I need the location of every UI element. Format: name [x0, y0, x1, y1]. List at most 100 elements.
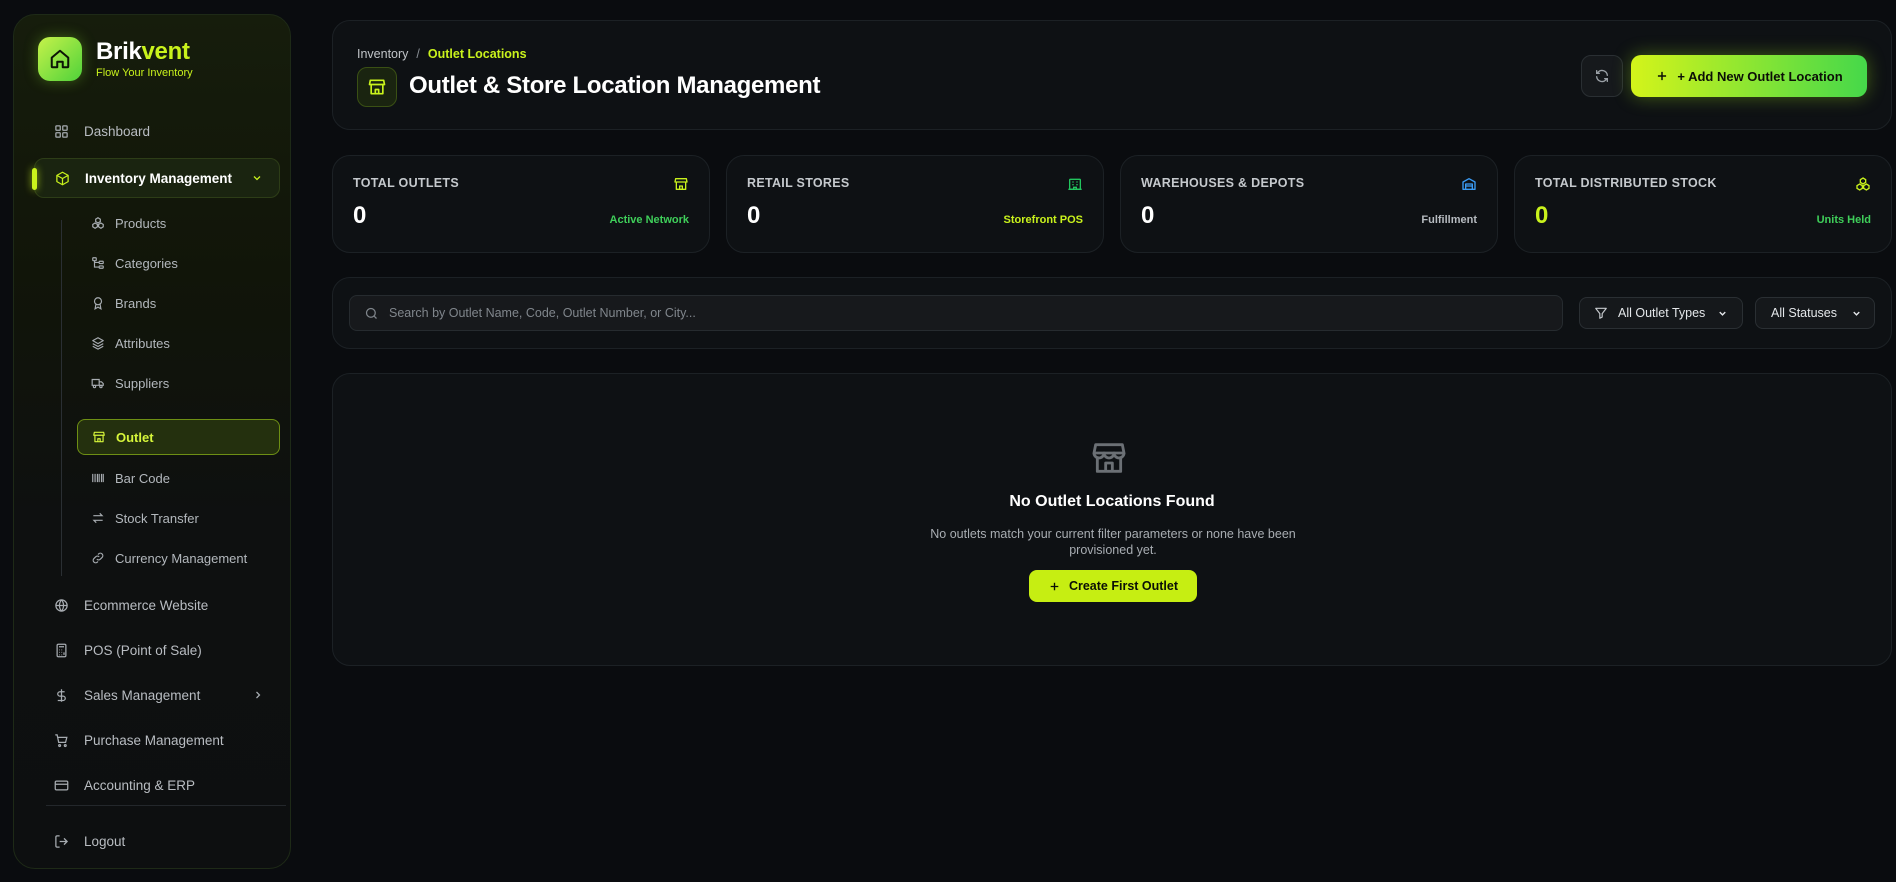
active-indicator	[32, 168, 37, 190]
sidebar-item-accounting[interactable]: Accounting & ERP	[34, 767, 280, 803]
globe-icon	[50, 594, 72, 616]
sidebar-item-label: Attributes	[115, 335, 170, 351]
stat-card-distributed-stock: TOTAL DISTRIBUTED STOCK 0 Units Held	[1514, 155, 1892, 253]
sidebar-item-ecommerce[interactable]: Ecommerce Website	[34, 587, 280, 623]
sidebar-item-products[interactable]: Products	[77, 205, 280, 241]
brand-tagline: Flow Your Inventory	[96, 67, 193, 79]
barcode-icon	[90, 470, 106, 486]
create-first-outlet-button[interactable]: Create First Outlet	[1029, 570, 1197, 602]
filter-icon	[1594, 306, 1608, 320]
sidebar: Brikvent Flow Your Inventory Dashboard I…	[13, 14, 291, 869]
cube-icon	[51, 167, 73, 189]
sidebar-item-label: Accounting & ERP	[84, 777, 196, 793]
chevron-down-icon	[1851, 308, 1862, 319]
stat-label: WAREHOUSES & DEPOTS	[1141, 176, 1305, 190]
status-value: All Statuses	[1771, 306, 1838, 320]
sidebar-item-label: Currency Management	[115, 550, 248, 566]
stat-value: 0	[747, 202, 761, 229]
sidebar-item-label: Ecommerce Website	[84, 597, 209, 613]
sidebar-item-currency-management[interactable]: Currency Management	[77, 540, 280, 576]
sidebar-item-purchase[interactable]: Purchase Management	[34, 722, 280, 758]
sidebar-item-sales[interactable]: Sales Management	[34, 677, 280, 713]
sidebar-divider	[46, 805, 286, 806]
stat-value: 0	[353, 202, 367, 229]
sidebar-item-label: Sales Management	[84, 687, 201, 703]
logout-icon	[50, 830, 72, 852]
filter-bar: All Outlet Types All Statuses	[332, 277, 1892, 349]
page-header: Inventory / Outlet Locations Outlet & St…	[332, 20, 1892, 130]
sidebar-item-label: Purchase Management	[84, 732, 224, 748]
stat-value: 0	[1535, 202, 1549, 229]
tree-icon	[90, 255, 106, 271]
chevron-down-icon	[1717, 308, 1728, 319]
add-outlet-label: + Add New Outlet Location	[1677, 68, 1843, 84]
outlet-type-select[interactable]: All Outlet Types	[1579, 297, 1743, 329]
brand-name: Brikvent	[96, 38, 190, 65]
truck-icon	[90, 375, 106, 391]
sidebar-item-label: Dashboard	[84, 123, 151, 139]
brand[interactable]: Brikvent Flow Your Inventory	[38, 37, 193, 81]
award-icon	[90, 295, 106, 311]
sidebar-item-label: Products	[115, 215, 167, 231]
search-input[interactable]	[389, 306, 1539, 320]
submenu-guide-line	[61, 220, 62, 576]
breadcrumb-inventory[interactable]: Inventory	[357, 47, 408, 61]
breadcrumb-current: Outlet Locations	[427, 47, 527, 61]
calculator-icon	[50, 639, 72, 661]
breadcrumb-separator: /	[416, 47, 420, 61]
sidebar-item-label: Categories	[115, 255, 178, 271]
brand-logo-icon	[38, 37, 82, 81]
sidebar-item-suppliers[interactable]: Suppliers	[77, 365, 280, 401]
breadcrumb: Inventory / Outlet Locations	[357, 47, 527, 61]
sidebar-item-outlet[interactable]: Outlet	[77, 419, 280, 455]
sidebar-item-attributes[interactable]: Attributes	[77, 325, 280, 361]
stat-note: Active Network	[609, 214, 689, 226]
empty-state-description: No outlets match your current filter par…	[930, 527, 1296, 557]
sidebar-item-label: Inventory Management	[85, 170, 233, 186]
stat-note: Units Held	[1816, 214, 1871, 226]
sidebar-item-stock-transfer[interactable]: Stock Transfer	[77, 500, 280, 536]
search-box[interactable]	[349, 295, 1563, 331]
dollar-icon	[50, 684, 72, 706]
sidebar-item-categories[interactable]: Categories	[77, 245, 280, 281]
sidebar-item-label: Stock Transfer	[115, 510, 199, 526]
sidebar-item-inventory-management[interactable]: Inventory Management	[32, 158, 280, 198]
store-icon	[91, 429, 107, 445]
store-icon	[1089, 438, 1129, 478]
logout-label: Logout	[84, 833, 126, 849]
stat-label: RETAIL STORES	[747, 176, 850, 190]
stat-note: Storefront POS	[1003, 214, 1083, 226]
sidebar-item-dashboard[interactable]: Dashboard	[34, 113, 280, 149]
link-icon	[90, 550, 106, 566]
sidebar-item-label: Bar Code	[115, 470, 170, 486]
stat-card-total-outlets: TOTAL OUTLETS 0 Active Network	[332, 155, 710, 253]
stat-card-retail-stores: RETAIL STORES 0 Storefront POS	[726, 155, 1104, 253]
status-select[interactable]: All Statuses	[1755, 297, 1875, 329]
add-outlet-button[interactable]: + Add New Outlet Location	[1631, 55, 1867, 97]
store-icon	[673, 176, 689, 192]
chevron-right-icon	[252, 689, 264, 701]
sidebar-item-pos[interactable]: POS (Point of Sale)	[34, 632, 280, 668]
sidebar-item-bar-code[interactable]: Bar Code	[77, 460, 280, 496]
sidebar-item-brands[interactable]: Brands	[77, 285, 280, 321]
stat-card-warehouses: WAREHOUSES & DEPOTS 0 Fulfillment	[1120, 155, 1498, 253]
sidebar-item-label: Outlet	[116, 429, 154, 445]
boxes-icon	[90, 215, 106, 231]
stat-note: Fulfillment	[1421, 214, 1477, 226]
refresh-button[interactable]	[1581, 55, 1623, 97]
cart-icon	[50, 729, 72, 751]
grid-icon	[50, 120, 72, 142]
refresh-icon	[1594, 68, 1610, 84]
layers-icon	[90, 335, 106, 351]
outlet-type-value: All Outlet Types	[1618, 306, 1706, 320]
search-icon	[364, 306, 379, 321]
sidebar-item-label: Brands	[115, 295, 157, 311]
logout-button[interactable]: Logout	[34, 823, 280, 859]
stat-label: TOTAL OUTLETS	[353, 176, 459, 190]
store-icon	[357, 67, 397, 107]
page-title: Outlet & Store Location Management	[409, 72, 821, 99]
empty-state: No Outlet Locations Found No outlets mat…	[332, 373, 1892, 666]
plus-icon	[1655, 69, 1669, 83]
sidebar-item-label: POS (Point of Sale)	[84, 642, 202, 658]
arrows-swap-icon	[90, 510, 106, 526]
